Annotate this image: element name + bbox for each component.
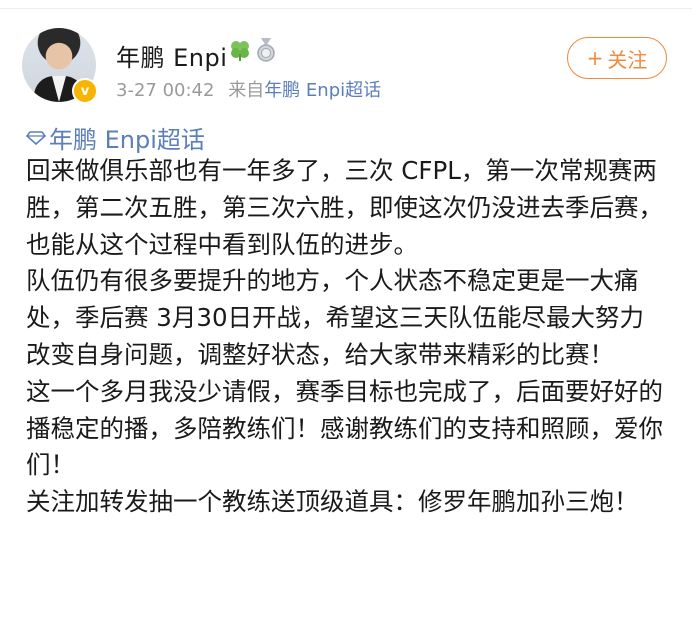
post-paragraph: 关注加转发抽一个教练送顶级道具：修罗年鹏加孙三炮！ xyxy=(26,487,639,517)
post-meta: 3-27 00:42 来自年鹏 Enpi超话 xyxy=(116,76,381,102)
diamond-icon xyxy=(26,130,46,145)
supertopic-link[interactable]: 年鹏 Enpi超话 xyxy=(26,120,205,155)
medal-icon[interactable] xyxy=(255,38,277,62)
plus-icon: + xyxy=(586,46,604,70)
post-paragraph: 队伍仍有很多要提升的地方，个人状态不稳定更是一大痛处，季后赛 3月30日开战，希… xyxy=(26,266,645,369)
top-divider xyxy=(0,0,692,9)
follow-button[interactable]: + 关注 xyxy=(567,37,667,79)
follow-label: 关注 xyxy=(607,47,648,72)
author-name[interactable]: 年鹏 Enpi xyxy=(116,38,227,73)
post-body: 回来做俱乐部也有一年多了，三次 CFPL，第一次常规赛两胜，第二次五胜，第三次六… xyxy=(26,153,666,521)
post-paragraph: 这一个多月我没少请假，赛季目标也完成了，后面要好好的播稳定的播，多陪教练们！感谢… xyxy=(26,376,663,480)
supertopic-label: 年鹏 Enpi超话 xyxy=(49,126,205,154)
source-link[interactable]: 年鹏 Enpi超话 xyxy=(264,80,381,101)
clover-icon[interactable] xyxy=(228,38,252,62)
verified-icon: v xyxy=(72,78,98,104)
post-time: 3-27 00:42 xyxy=(116,80,215,101)
post-paragraph: 回来做俱乐部也有一年多了，三次 CFPL，第一次常规赛两胜，第二次五胜，第三次六… xyxy=(26,156,663,259)
source-prefix: 来自 xyxy=(228,80,265,101)
